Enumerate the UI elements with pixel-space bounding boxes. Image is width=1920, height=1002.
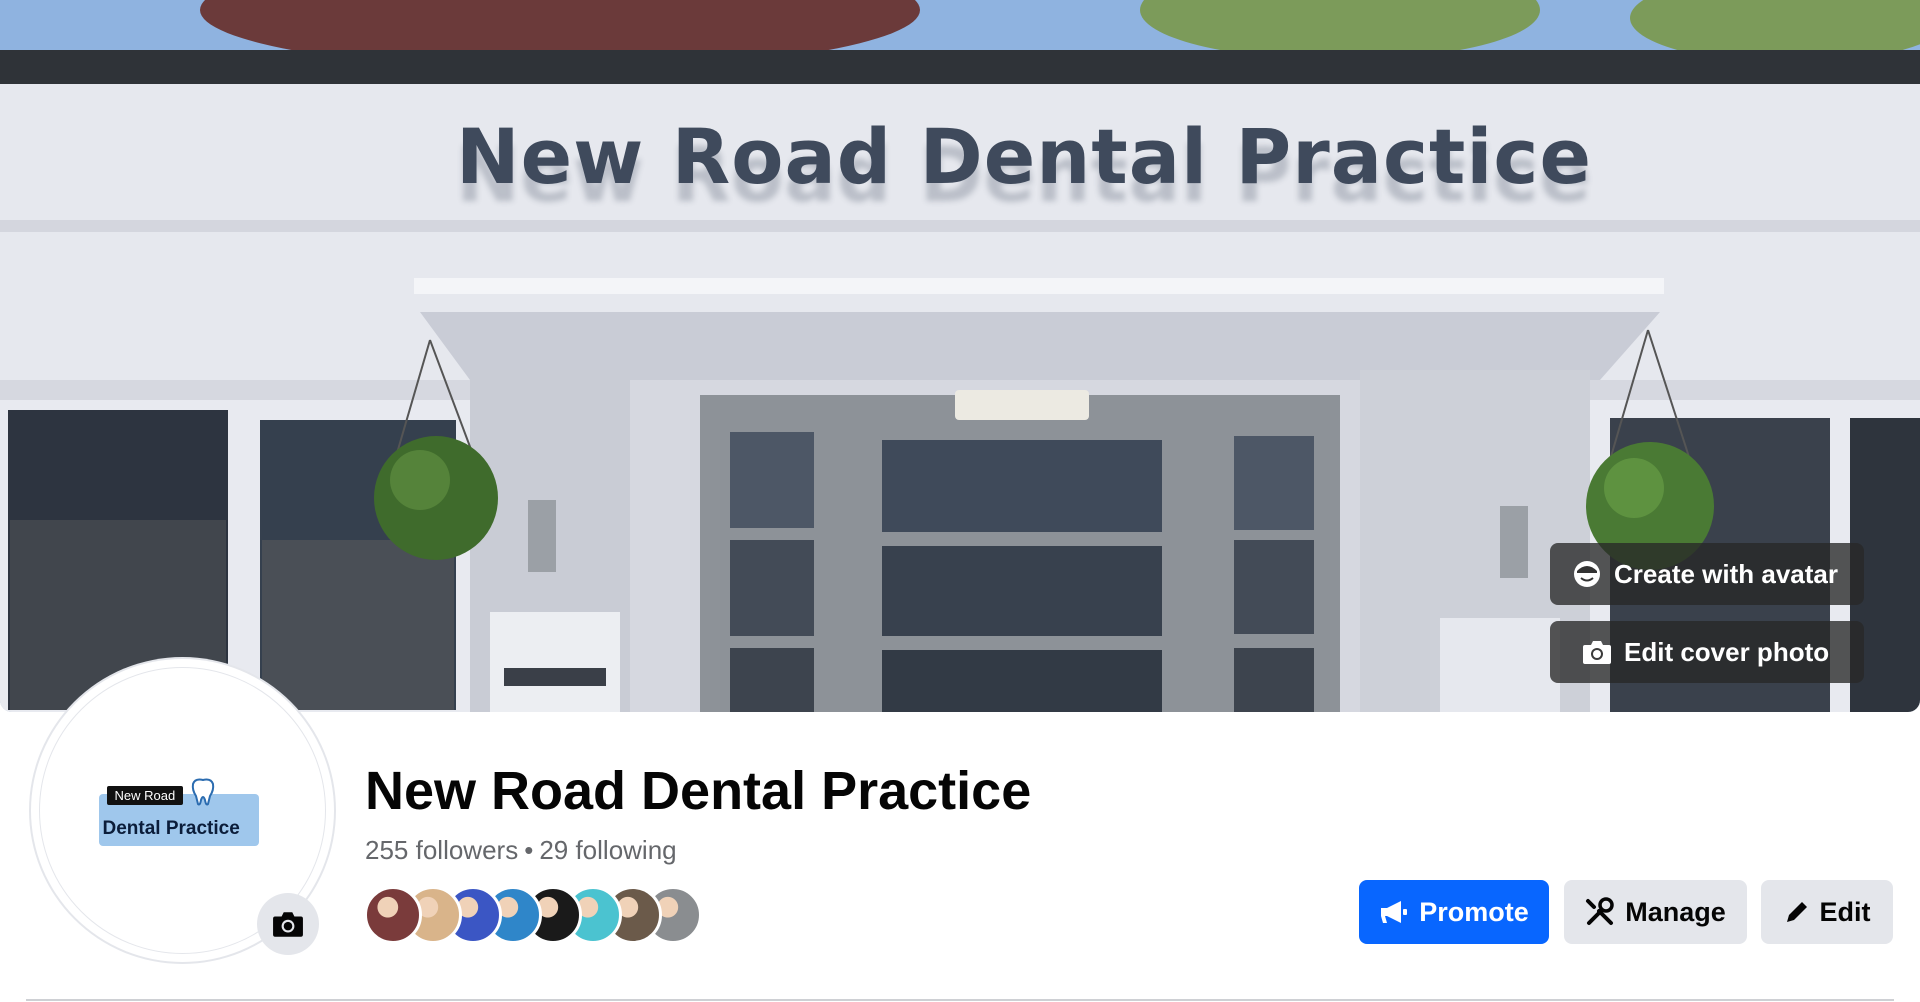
camera-icon <box>273 912 303 937</box>
manage-button[interactable]: Manage <box>1564 880 1747 944</box>
edit-button[interactable]: Edit <box>1761 880 1893 944</box>
logo-main-text: Dental Practice <box>102 817 240 839</box>
separator-dot: • <box>524 835 534 865</box>
pencil-icon <box>1786 902 1807 922</box>
logo-top-text: New Road <box>106 785 184 805</box>
edit-cover-photo-button[interactable]: Edit cover photo <box>1550 621 1864 683</box>
section-divider <box>26 999 1894 1001</box>
promote-button[interactable]: Promote <box>1359 880 1549 944</box>
following-count-link[interactable]: 29 following <box>539 835 676 865</box>
update-profile-picture-button[interactable] <box>257 893 319 955</box>
edit-cover-photo-label: Edit cover photo <box>1624 636 1830 667</box>
create-with-avatar-button[interactable]: Create with avatar <box>1550 543 1864 605</box>
page-title: New Road Dental Practice <box>365 761 1032 821</box>
cover-photo[interactable]: New Road Dental Practice Create with ava… <box>0 0 1920 712</box>
tools-icon <box>1586 897 1614 925</box>
create-with-avatar-label: Create with avatar <box>1614 558 1838 589</box>
tooth-icon <box>191 778 214 805</box>
cover-photo-image <box>0 0 1920 712</box>
camera-icon <box>1583 641 1611 664</box>
megaphone-icon <box>1381 901 1408 923</box>
follower-avatar-1[interactable] <box>364 886 422 944</box>
follow-stats: 255 followers • 29 following <box>365 835 677 866</box>
promote-label: Promote <box>1419 896 1529 927</box>
follower-avatar-row <box>364 886 702 944</box>
avatar-icon <box>1574 561 1600 587</box>
practice-logo: New Road Dental Practice <box>98 776 267 846</box>
followers-count-link[interactable]: 255 followers <box>365 835 518 865</box>
edit-label: Edit <box>1819 896 1871 927</box>
cover-sign-text: New Road Dental Practice <box>455 112 1593 201</box>
manage-label: Manage <box>1625 896 1726 927</box>
